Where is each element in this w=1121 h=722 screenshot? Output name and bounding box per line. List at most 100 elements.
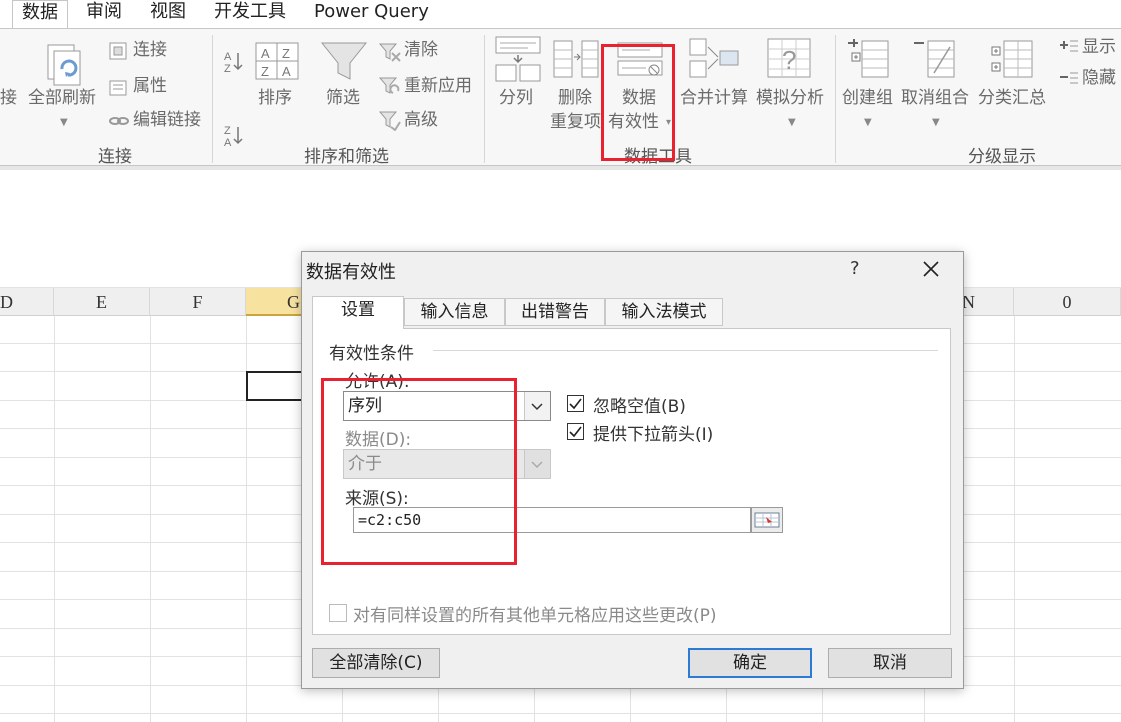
svg-text:Z: Z: [224, 125, 231, 137]
tab-ime-mode[interactable]: 输入法模式: [605, 298, 723, 326]
sort-az-icon: A Z: [224, 51, 243, 73]
group-divider: [835, 35, 836, 163]
svg-text:A: A: [224, 51, 232, 63]
svg-text:Z: Z: [282, 46, 290, 61]
tab-power-query[interactable]: Power Query: [314, 0, 429, 28]
ribbon-panel: 接 全部刷新 ▼ 连接 属性 编辑链接 连接 A Z Z A A Z Z A 排…: [0, 28, 1121, 167]
properties-icon: [109, 80, 127, 96]
column-header-d[interactable]: D: [0, 288, 54, 316]
show-detail-icon: [1060, 40, 1078, 52]
svg-text:Z: Z: [261, 64, 269, 79]
show-detail-label[interactable]: 显示: [1082, 36, 1116, 58]
advanced-button[interactable]: 高级: [404, 109, 438, 131]
svg-text:A: A: [282, 64, 291, 79]
connections-group-label: 连接: [98, 147, 132, 167]
tab-settings[interactable]: 设置: [312, 296, 404, 329]
checkmark-icon: [569, 426, 582, 438]
sort-button[interactable]: 排序: [258, 87, 292, 110]
column-header-f[interactable]: F: [150, 288, 246, 316]
svg-text:?: ?: [782, 45, 796, 75]
properties-button[interactable]: 属性: [133, 75, 167, 97]
column-header-o[interactable]: 0: [1014, 288, 1121, 316]
tab-data[interactable]: 数据: [12, 0, 68, 29]
help-button[interactable]: ?: [850, 258, 860, 279]
filter-button[interactable]: 筛选: [326, 87, 360, 110]
ignore-blank-label[interactable]: 忽略空值(B): [593, 392, 686, 417]
tab-developer[interactable]: 开发工具: [214, 0, 286, 28]
what-if-analysis-icon: ?: [767, 38, 811, 78]
connections-icon: [109, 42, 127, 60]
remove-duplicates-button-line2[interactable]: 重复项: [550, 111, 601, 134]
data-dropdown-button: [524, 450, 550, 478]
tab-input-message[interactable]: 输入信息: [404, 298, 505, 326]
dropdown-arrow-label[interactable]: 提供下拉箭头(I): [593, 420, 713, 445]
active-cell[interactable]: [246, 371, 304, 401]
settings-panel: 有效性条件 允许(A): 序列 数据(D): 介于 忽略空值(B) 提供下拉箭头…: [312, 328, 951, 635]
checkmark-icon: [569, 398, 582, 410]
edit-links-button[interactable]: 编辑链接: [133, 109, 201, 131]
cancel-button[interactable]: 取消: [828, 648, 952, 678]
consolidate-button[interactable]: 合并计算: [680, 87, 748, 110]
section-divider: [433, 350, 938, 351]
group-icon: [848, 39, 889, 78]
sort-icon: A Z Z A: [255, 42, 299, 80]
ignore-blank-checkbox[interactable]: [567, 395, 584, 412]
remove-duplicates-button[interactable]: 删除: [558, 87, 592, 110]
validation-criteria-title: 有效性条件: [329, 339, 418, 364]
dropdown-arrow-checkbox[interactable]: [567, 423, 584, 440]
chevron-down-icon: [531, 403, 543, 411]
clear-button[interactable]: 清除: [404, 39, 438, 61]
chevron-down-icon: [531, 461, 543, 469]
data-validation-dialog: 数据有效性 ? 设置 输入信息 出错警告 输入法模式 有效性条件 允许(A): …: [301, 251, 964, 689]
svg-text:A: A: [224, 137, 232, 147]
text-to-columns-button[interactable]: 分列: [499, 87, 533, 110]
svg-text:A: A: [261, 46, 270, 61]
reapply-button[interactable]: 重新应用: [404, 75, 472, 97]
hide-detail-label[interactable]: 隐藏: [1082, 67, 1116, 89]
consolidate-icon: [689, 38, 739, 78]
advanced-filter-icon: [378, 111, 401, 131]
reapply-icon: [378, 77, 400, 94]
remove-duplicates-icon: [553, 40, 599, 78]
range-select-button[interactable]: [751, 507, 783, 533]
subtotal-button[interactable]: 分类汇总: [978, 87, 1046, 110]
filter-icon: [320, 42, 368, 80]
ungroup-button[interactable]: 取消组合: [901, 87, 969, 110]
refresh-all-button[interactable]: 全部刷新: [28, 87, 96, 110]
column-gridline: [1014, 316, 1015, 722]
close-icon[interactable]: [916, 254, 946, 284]
apply-all-label[interactable]: 对有同样设置的所有其他单元格应用这些更改(P): [353, 601, 717, 626]
clear-filter-icon: [378, 43, 401, 62]
column-header-e[interactable]: E: [54, 288, 150, 316]
ungroup-dropdown-icon[interactable]: ▼: [932, 117, 940, 128]
subtotal-icon: [991, 40, 1033, 78]
ribbon-tab-bar: 数据 审阅 视图 开发工具 Power Query: [0, 0, 1121, 29]
group-button[interactable]: 创建组: [842, 87, 893, 110]
tab-view[interactable]: 视图: [150, 0, 186, 28]
connections-button[interactable]: 连接: [133, 39, 167, 61]
hide-detail-icon: [1060, 72, 1078, 84]
refresh-dropdown-icon[interactable]: ▼: [60, 117, 68, 128]
refresh-all-icon: [47, 44, 81, 86]
allow-dropdown-button[interactable]: [524, 392, 550, 420]
column-gridline: [150, 316, 151, 722]
column-gridline: [54, 316, 55, 722]
group-divider: [484, 35, 485, 163]
dialog-title: 数据有效性: [306, 262, 396, 283]
what-if-analysis-button[interactable]: 模拟分析: [756, 87, 824, 110]
apply-all-checkbox[interactable]: [329, 604, 347, 622]
ok-button[interactable]: 确定: [688, 648, 812, 678]
range-picker-icon: [754, 512, 780, 528]
row-gridline: [0, 713, 1121, 714]
highlight-settings: [321, 378, 517, 565]
svg-text:Z: Z: [224, 63, 231, 73]
tab-error-alert[interactable]: 出错警告: [505, 298, 605, 326]
what-if-dropdown-icon[interactable]: ▼: [788, 117, 796, 128]
partial-connections-button[interactable]: 接: [0, 87, 17, 110]
ungroup-icon: [914, 40, 955, 78]
highlight-data-validation: [601, 44, 675, 161]
group-dropdown-icon[interactable]: ▼: [864, 117, 872, 128]
clear-all-button[interactable]: 全部清除(C): [312, 648, 440, 678]
sort-za-icon: Z A: [224, 125, 243, 147]
tab-review[interactable]: 审阅: [86, 0, 122, 28]
